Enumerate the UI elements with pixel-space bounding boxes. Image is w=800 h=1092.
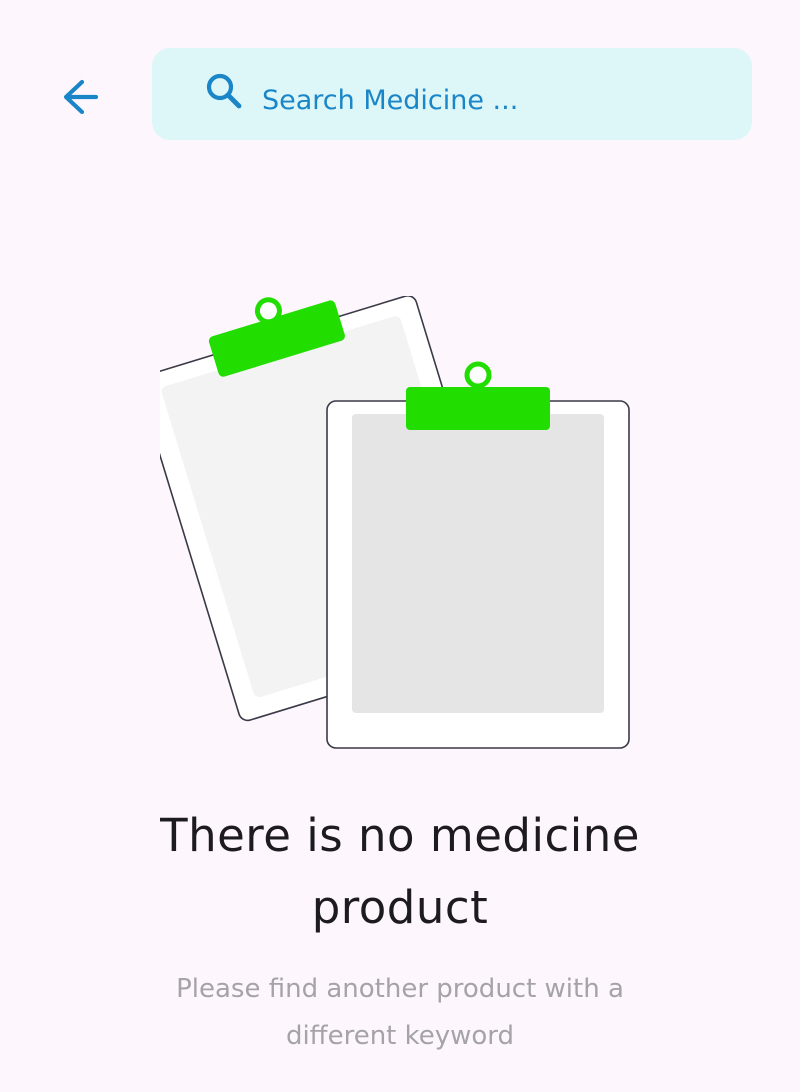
arrow-left-icon (63, 79, 99, 115)
search-input[interactable] (262, 75, 722, 125)
clipboards-illustration (137, 295, 640, 756)
front-clipboard (326, 361, 630, 749)
empty-state-title: There is no medicine product (160, 809, 640, 934)
back-button[interactable] (52, 68, 108, 124)
empty-state-subtitle: Please find another product with a diffe… (176, 974, 624, 1051)
search-icon (204, 72, 244, 112)
search-bar[interactable] (152, 48, 752, 140)
